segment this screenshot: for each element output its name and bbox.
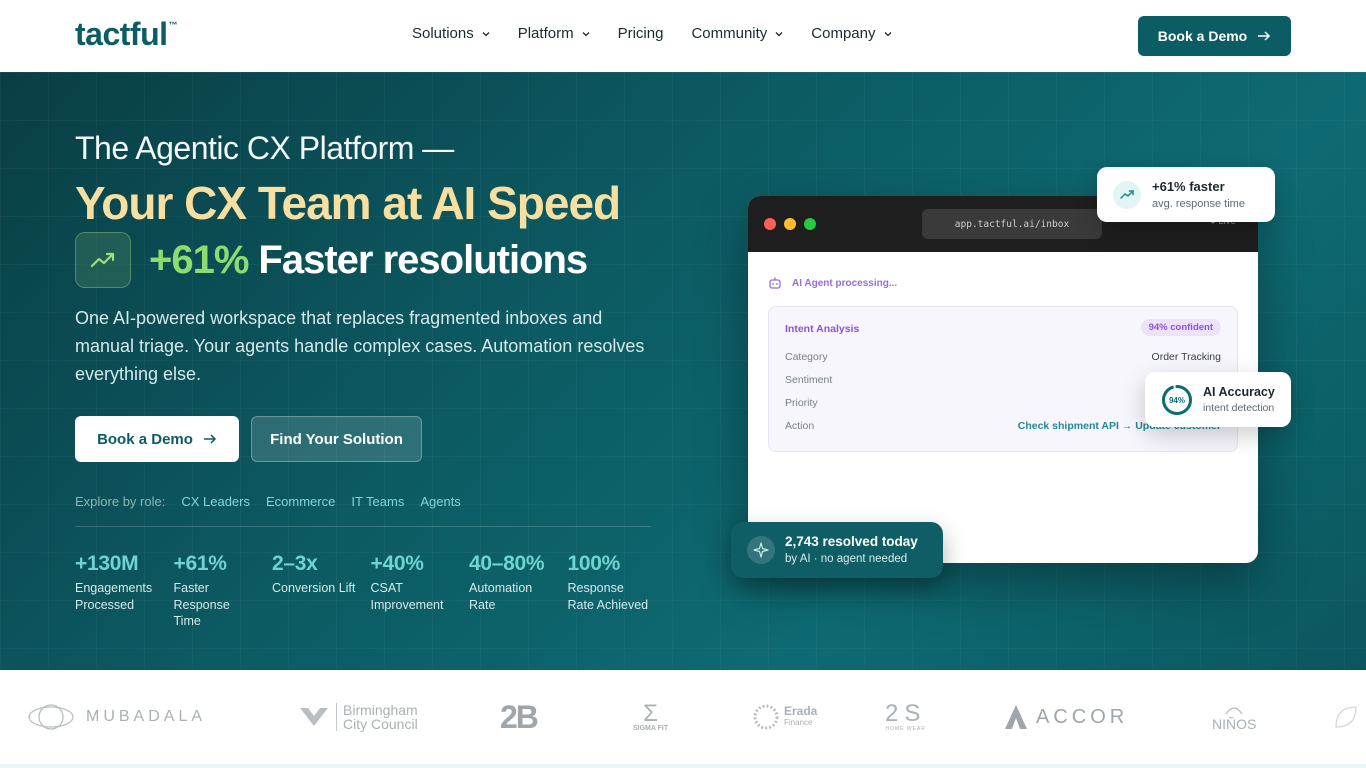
trending-up-icon <box>75 232 131 288</box>
role-link-ecommerce[interactable]: Ecommerce <box>266 494 335 509</box>
accor-logo: ACCOR <box>1004 670 1128 764</box>
stats-divider <box>75 526 651 527</box>
hero-section: The Agentic CX Platform — Your CX Team a… <box>0 72 1366 670</box>
minimize-dot-icon <box>784 218 796 230</box>
partner-logo-partial <box>1332 670 1360 764</box>
explore-by-role: Explore by role: CX Leaders Ecommerce IT… <box>75 494 477 509</box>
erada-logo: Erada Finance <box>752 670 817 764</box>
chevron-down-icon <box>482 31 490 36</box>
resolved-today-card: 2,743 resolved today by AI · no agent ne… <box>731 522 943 578</box>
2b-logo: 2B <box>500 698 539 735</box>
2s-logo: 2S HOME WEAR <box>885 700 927 733</box>
stat-item: +130M Engagements Processed <box>75 552 153 612</box>
section-bottom-band <box>0 764 1366 768</box>
tactful-logo[interactable]: tactful™ <box>75 16 177 53</box>
stat-item: 40–80% Automation Rate <box>469 552 545 612</box>
role-link-it-teams[interactable]: IT Teams <box>351 494 404 509</box>
faster-response-card: +61% faster avg. response time <box>1097 167 1275 222</box>
hero-subheadline: +61% Faster resolutions <box>75 232 588 288</box>
mubadala-logo: MUBADALA <box>26 670 206 764</box>
ninos-logo: NIÑOS <box>1212 670 1256 764</box>
ai-accuracy-card: 94% AI Accuracy intent detection <box>1145 372 1291 427</box>
nav-links: Solutions Platform Pricing Community Com… <box>412 25 920 42</box>
stat-item: +40% CSAT Improvement <box>370 552 444 612</box>
stats-row: +130M Engagements Processed +61% Faster Re… <box>75 552 666 630</box>
nav-platform[interactable]: Platform <box>518 25 590 42</box>
nav-community[interactable]: Community <box>691 25 783 42</box>
sigma-fit-logo: Σ SIGMA FIT <box>633 699 669 732</box>
nav-book-demo-button[interactable]: Book a Demo <box>1138 16 1291 56</box>
intent-row: Category Order Tracking <box>785 351 1221 363</box>
stat-item: 100% Response Rate Achieved <box>567 552 649 612</box>
role-link-cx-leaders[interactable]: CX Leaders <box>181 494 250 509</box>
url-bar: app.tactful.ai/inbox <box>922 209 1102 239</box>
hero-percent-label: Faster resolutions <box>258 237 588 282</box>
accor-emblem-icon <box>1005 705 1027 729</box>
svg-text:94%: 94% <box>1169 396 1185 405</box>
find-solution-button[interactable]: Find Your Solution <box>251 416 422 462</box>
role-link-agents[interactable]: Agents <box>420 494 460 509</box>
roles-label: Explore by role: <box>75 494 166 509</box>
nav-solutions[interactable]: Solutions <box>412 25 490 42</box>
accuracy-ring-icon: 94% <box>1162 385 1192 415</box>
hero-lead-text: One AI-powered workspace that replaces f… <box>75 308 645 384</box>
intent-title: Intent Analysis <box>785 323 860 335</box>
birmingham-emblem-icon <box>300 708 328 726</box>
stat-item: +61% Faster Response Time <box>173 552 230 628</box>
arrow-right-icon <box>203 434 216 444</box>
trending-up-icon <box>1113 181 1141 209</box>
chevron-down-icon <box>884 31 891 36</box>
mubadala-emblem-icon <box>28 704 74 730</box>
confidence-badge: 94% confident <box>1140 319 1221 336</box>
nav-pricing[interactable]: Pricing <box>618 25 664 42</box>
hero-eyebrow: The Agentic CX Platform — <box>75 130 454 166</box>
sparkle-icon <box>747 536 775 564</box>
sigma-icon: Σ <box>643 699 658 727</box>
robot-icon <box>769 277 781 289</box>
birmingham-logo: Birmingham City Council <box>298 670 418 764</box>
hero-percent: +61% <box>149 237 249 282</box>
maximize-dot-icon <box>804 218 816 230</box>
close-dot-icon <box>764 218 776 230</box>
top-nav: tactful™ Solutions Platform Pricing Comm… <box>0 0 1366 72</box>
chevron-down-icon <box>775 31 783 36</box>
hero-headline: Your CX Team at AI Speed <box>75 177 621 229</box>
erada-emblem-icon <box>753 704 779 730</box>
leaf-icon <box>1335 706 1357 728</box>
arrow-right-icon <box>1258 31 1271 41</box>
partner-logo-strip: MUBADALA Birmingham City Council 2B Σ SI… <box>0 670 1366 764</box>
hero-book-demo-button[interactable]: Book a Demo <box>75 416 239 462</box>
ninos-emblem-icon <box>1225 707 1243 715</box>
stat-item: 2–3x Conversion Lift <box>272 552 356 595</box>
nav-company[interactable]: Company <box>811 25 891 42</box>
agent-status: AI Agent processing... <box>768 276 897 290</box>
chevron-down-icon <box>582 31 590 36</box>
